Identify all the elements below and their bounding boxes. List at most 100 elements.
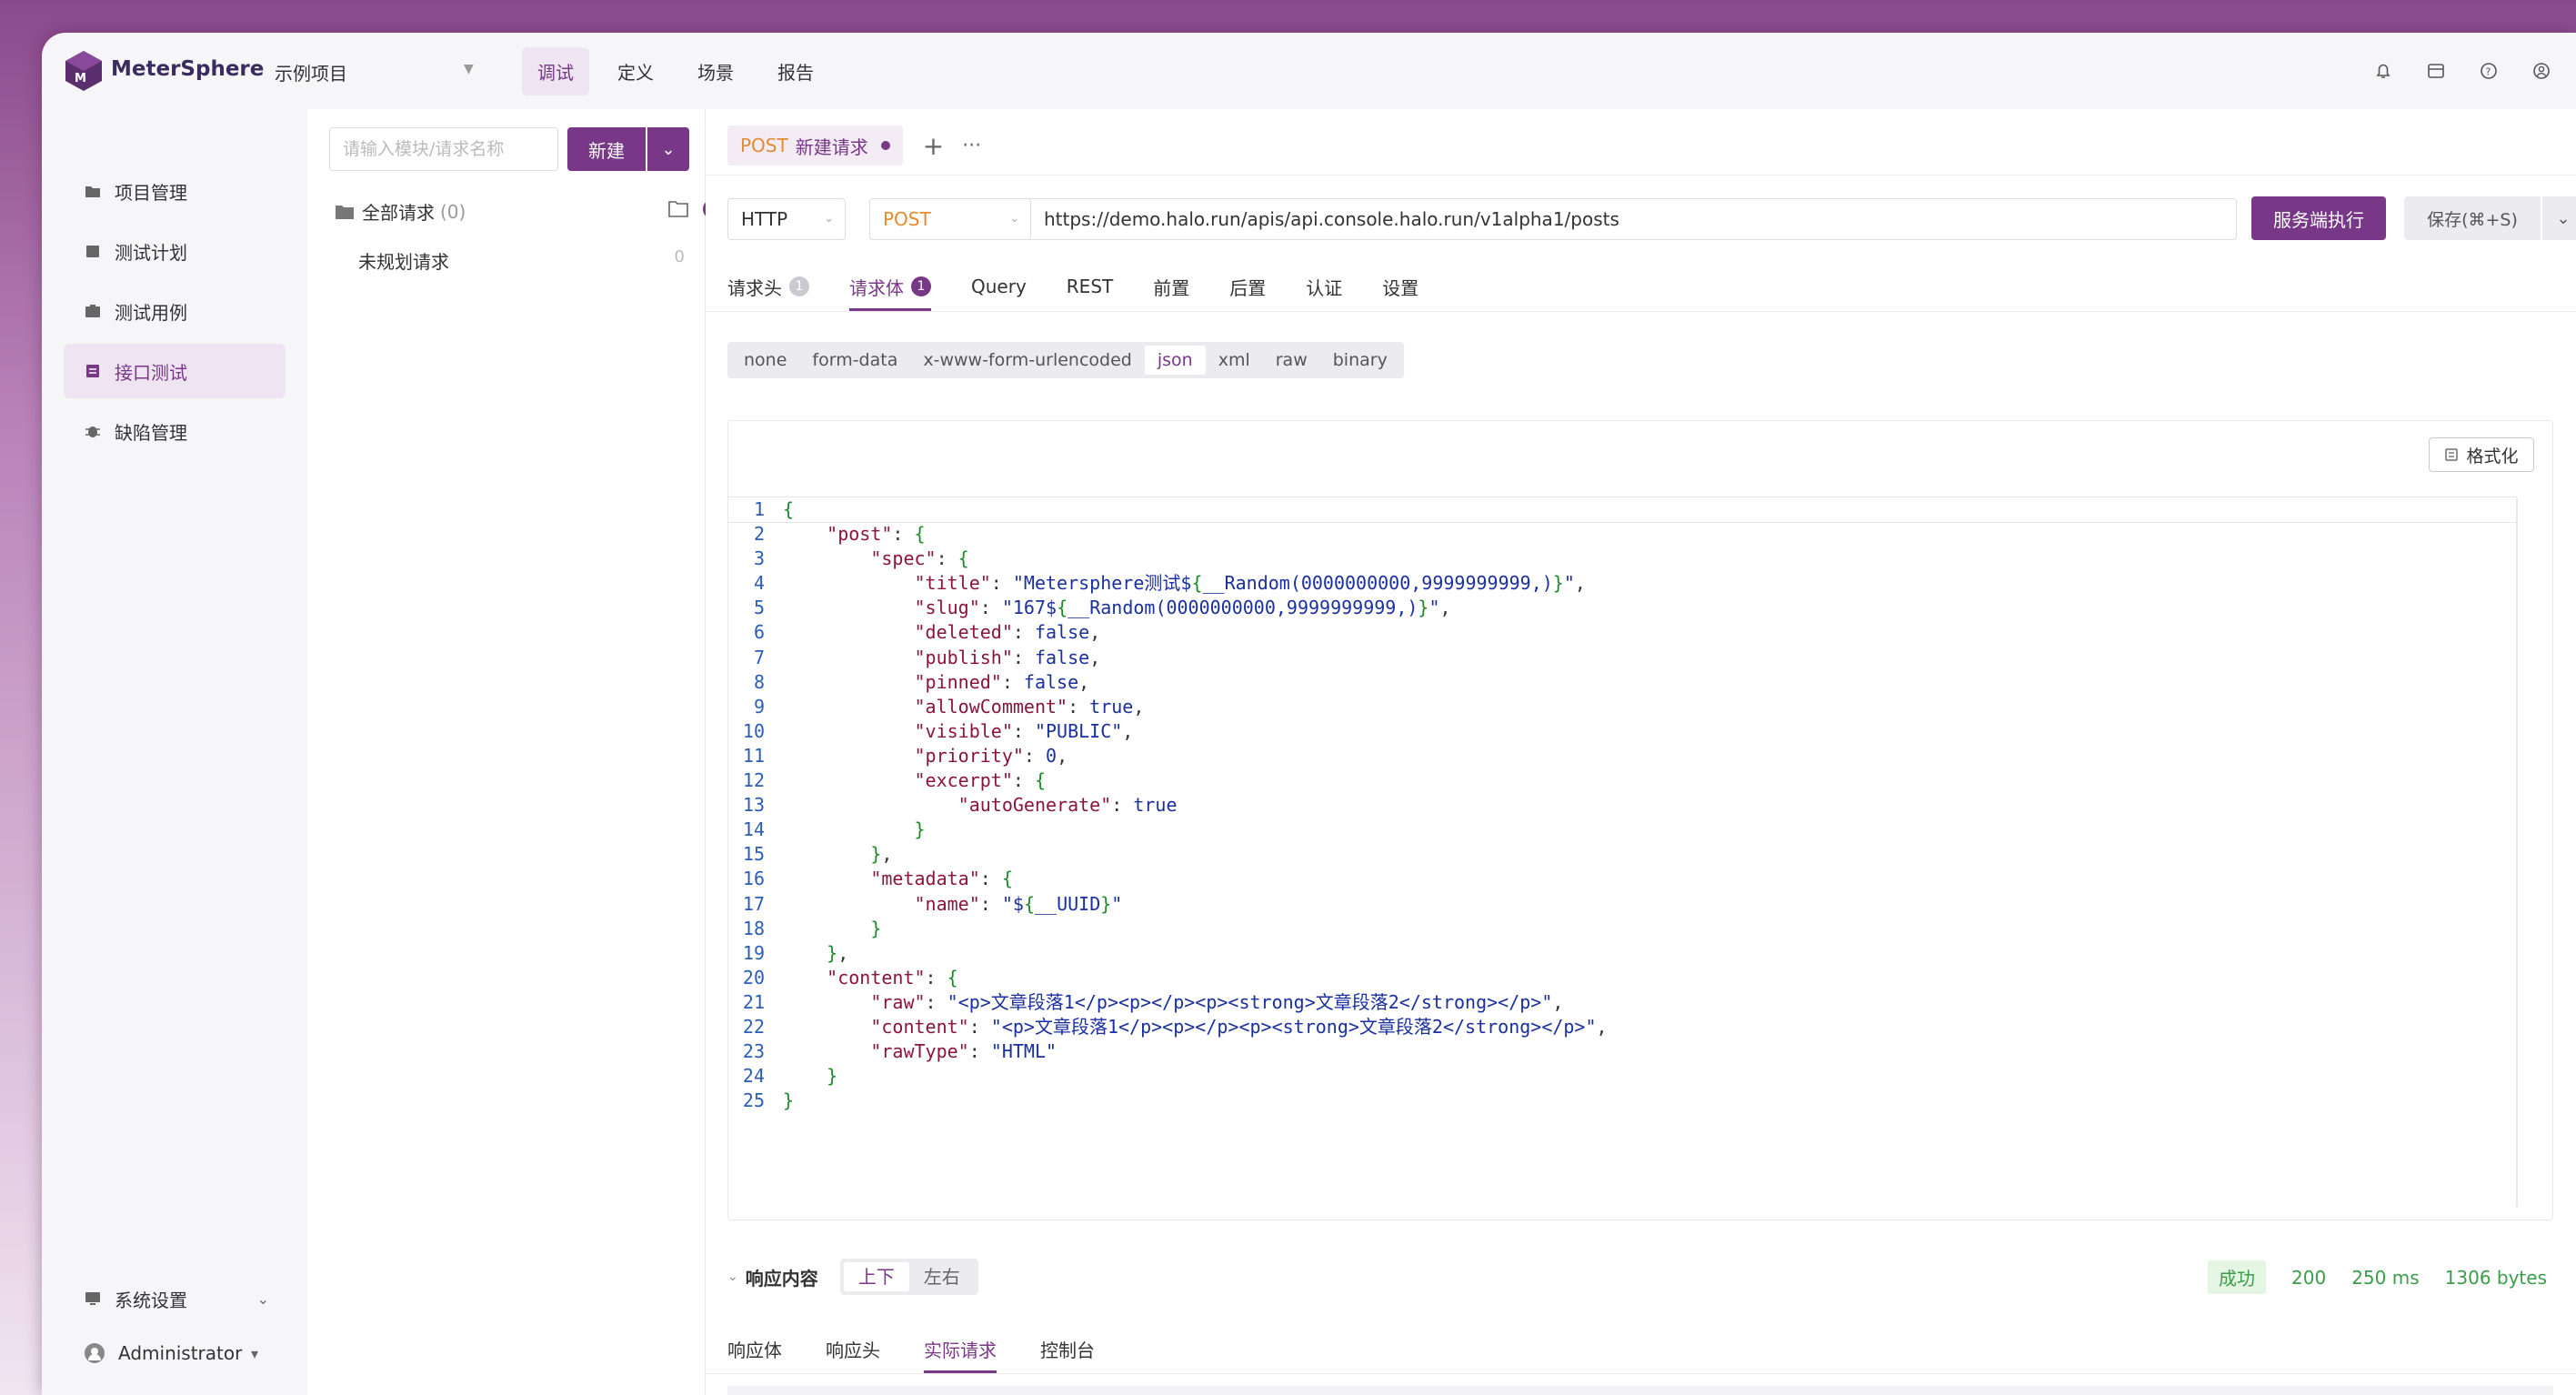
tab-body[interactable]: 请求体 1 bbox=[849, 262, 931, 311]
response-tabs: 响应体 响应头 实际请求 控制台 bbox=[727, 1324, 1138, 1373]
calendar-icon[interactable] bbox=[2425, 60, 2447, 82]
new-button[interactable]: 新建 bbox=[567, 127, 646, 171]
code-text: "name": "${__UUID}" bbox=[914, 892, 1123, 915]
tab-settings[interactable]: 设置 bbox=[1382, 262, 1418, 311]
line-number: 24 bbox=[742, 1065, 765, 1088]
format-icon bbox=[2445, 448, 2459, 461]
module-tree-panel: 请输入模块/请求名称 新建 ⌄ 全部请求 (0) 未规划请求 0 bbox=[307, 109, 723, 1395]
nav-scenario[interactable]: 场景 bbox=[682, 47, 749, 95]
save-button[interactable]: 保存(⌘+S) bbox=[2404, 196, 2541, 240]
body-type-xml[interactable]: xml bbox=[1206, 346, 1263, 375]
more-icon[interactable]: ··· bbox=[962, 135, 981, 157]
code-text: }, bbox=[827, 941, 849, 964]
tab-rest[interactable]: REST bbox=[1067, 262, 1113, 311]
response-header: ⌄ 响应内容 上下 左右 bbox=[727, 1257, 978, 1297]
format-button[interactable]: 格式化 bbox=[2429, 437, 2534, 472]
code-text: "allowComment": true, bbox=[914, 695, 1145, 718]
add-folder-icon[interactable] bbox=[667, 199, 689, 219]
bell-icon[interactable] bbox=[2372, 60, 2394, 82]
chevron-down-icon[interactable]: ⌄ bbox=[257, 1290, 269, 1308]
tree-item-count: 0 bbox=[674, 247, 685, 266]
tab-response-headers[interactable]: 响应头 bbox=[826, 1324, 880, 1373]
body-type-json[interactable]: json bbox=[1144, 346, 1206, 375]
line-number: 19 bbox=[742, 941, 765, 964]
sidebar-item-project[interactable]: 项目管理 bbox=[64, 164, 286, 218]
tab-auth[interactable]: 认证 bbox=[1306, 262, 1342, 311]
layout-horizontal[interactable]: 左右 bbox=[909, 1262, 975, 1291]
response-stats: 成功 200 250 ms 1306 bytes bbox=[2208, 1260, 2547, 1294]
code-text: "title": "Metersphere测试${__Random(000000… bbox=[914, 572, 1586, 595]
chevron-down-icon: ⌄ bbox=[1009, 212, 1019, 226]
tree-root[interactable]: 全部请求 (0) bbox=[335, 198, 466, 225]
top-bar: M MeterSphere 示例项目 ▼ 调试 定义 场景 报告 ? bbox=[42, 33, 2576, 109]
code-line: 4 "title": "Metersphere测试${__Random(0000… bbox=[728, 571, 2516, 596]
code-editor[interactable]: 格式化 1{2 "post": {3 "spec": {4 "title": "… bbox=[727, 420, 2553, 1220]
tree-item-unplanned[interactable]: 未规划请求 bbox=[358, 247, 449, 274]
layout-vertical[interactable]: 上下 bbox=[843, 1262, 909, 1291]
code-text: { bbox=[783, 498, 795, 520]
server-run-button[interactable]: 服务端执行 bbox=[2251, 196, 2386, 240]
code-text: "pinned": false, bbox=[914, 670, 1090, 693]
code-text: "slug": "167${__Random(0000000000,999999… bbox=[914, 597, 1451, 619]
tab-headers[interactable]: 请求头 1 bbox=[727, 262, 809, 311]
protocol-select[interactable]: HTTP ⌄ bbox=[727, 198, 846, 240]
tab-pre[interactable]: 前置 bbox=[1153, 262, 1189, 311]
tab-post[interactable]: 后置 bbox=[1229, 262, 1266, 311]
sidebar-item-bug[interactable]: 缺陷管理 bbox=[64, 404, 286, 458]
tab-response-body[interactable]: 响应体 bbox=[727, 1324, 782, 1373]
line-number: 8 bbox=[753, 670, 765, 693]
code-line: 2 "post": { bbox=[728, 522, 2516, 547]
method-value: POST bbox=[883, 208, 931, 230]
nav-report[interactable]: 报告 bbox=[762, 47, 829, 95]
chevron-down-icon[interactable]: ⌄ bbox=[727, 1270, 738, 1284]
help-icon[interactable]: ? bbox=[2478, 60, 2500, 82]
code-line: 17 "name": "${__UUID}" bbox=[728, 892, 2516, 917]
nav-debug[interactable]: 调试 bbox=[522, 47, 589, 95]
save-dropdown-button[interactable]: ⌄ bbox=[2542, 196, 2576, 240]
method-select[interactable]: POST ⌄ bbox=[869, 198, 1031, 240]
request-tab[interactable]: POST 新建请求 bbox=[727, 125, 903, 166]
code-text: "rawType": "HTML" bbox=[870, 1040, 1057, 1063]
request-tab-name: 新建请求 bbox=[795, 135, 868, 158]
editor-scrollbar[interactable] bbox=[2516, 497, 2518, 1207]
divider bbox=[706, 311, 2576, 312]
tab-label: 请求体 bbox=[849, 276, 904, 299]
code-line: 13 "autoGenerate": true bbox=[728, 793, 2516, 818]
line-number: 1 bbox=[753, 498, 765, 520]
body-type-none[interactable]: none bbox=[731, 346, 799, 375]
add-tab-icon[interactable]: + bbox=[923, 131, 944, 161]
sidebar-item-case[interactable]: 测试用例 bbox=[64, 284, 286, 338]
request-tab-method: POST bbox=[740, 135, 788, 156]
tab-query[interactable]: Query bbox=[971, 262, 1027, 311]
body-type-binary[interactable]: binary bbox=[1320, 346, 1400, 375]
code-text: } bbox=[914, 818, 926, 841]
sidebar-item-plan[interactable]: 测试计划 bbox=[64, 224, 286, 278]
body-type-form-data[interactable]: form-data bbox=[799, 346, 910, 375]
caret-down-icon[interactable]: ▾ bbox=[251, 1345, 258, 1362]
line-number: 9 bbox=[753, 695, 765, 718]
code-text: "priority": 0, bbox=[914, 744, 1068, 767]
user-circle-icon[interactable] bbox=[2531, 60, 2552, 82]
layout-toggle: 上下 左右 bbox=[839, 1259, 978, 1295]
brand-name: MeterSphere bbox=[111, 57, 265, 81]
line-number: 5 bbox=[753, 597, 765, 619]
calendar-icon bbox=[86, 246, 99, 257]
tab-console[interactable]: 控制台 bbox=[1040, 1324, 1095, 1373]
chevron-down-icon[interactable]: ▼ bbox=[464, 62, 474, 76]
code-text: "autoGenerate": true bbox=[957, 794, 1178, 817]
code-text: "content": "<p>文章段落1</p><p></p><p><stron… bbox=[870, 1015, 1608, 1038]
code-text: } bbox=[827, 1065, 838, 1088]
new-dropdown-button[interactable]: ⌄ bbox=[647, 127, 689, 171]
search-input[interactable]: 请输入模块/请求名称 bbox=[329, 127, 558, 171]
sidebar-item-api[interactable]: 接口测试 bbox=[64, 344, 286, 398]
url-input[interactable]: https://demo.halo.run/apis/api.console.h… bbox=[1029, 198, 2237, 240]
line-number: 10 bbox=[742, 719, 765, 742]
tab-actual-request[interactable]: 实际请求 bbox=[924, 1324, 997, 1373]
nav-definition[interactable]: 定义 bbox=[602, 47, 669, 95]
user-menu[interactable]: Administrator ▾ bbox=[64, 1330, 286, 1377]
body-type-urlencoded[interactable]: x-www-form-urlencoded bbox=[910, 346, 1144, 375]
project-selector[interactable]: 示例项目 bbox=[275, 59, 347, 85]
unsaved-dot-icon bbox=[880, 141, 890, 150]
body-type-raw[interactable]: raw bbox=[1263, 346, 1320, 375]
system-settings[interactable]: 系统设置 ⌄ bbox=[64, 1275, 286, 1322]
